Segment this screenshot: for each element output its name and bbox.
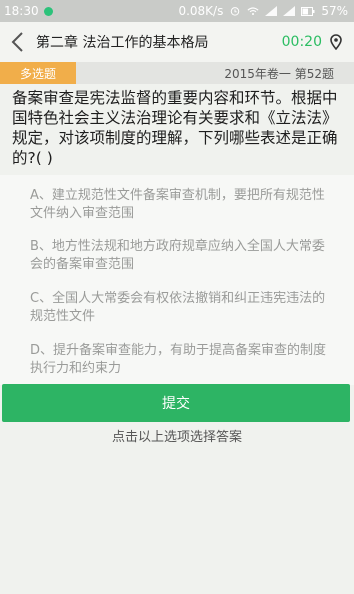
back-button[interactable] — [2, 22, 32, 62]
alarm-icon — [231, 7, 240, 16]
options-panel: A、建立规范性文件备案审查机制，要把所有规范性文件纳入审查范围 B、地方性法规和… — [0, 175, 354, 385]
option-b[interactable]: B、地方性法规和地方政府规章应纳入全国人大常委会的备案审查范围 — [30, 238, 330, 274]
chapter-title: 第二章 法治工作的基本格局 — [36, 35, 209, 51]
submit-button[interactable]: 提交 — [2, 384, 350, 422]
status-bar: 18:30 0.08K/s 57% — [0, 0, 354, 22]
chat-bubble-icon — [43, 6, 53, 16]
top-bar: 第二章 法治工作的基本格局 00:20 — [0, 22, 354, 62]
signal-icon — [283, 6, 296, 16]
network-speed: 0.08K/s — [178, 4, 224, 18]
signal-icon — [265, 6, 278, 16]
question-source: 2015年卷一 第52题 — [224, 66, 334, 81]
option-a[interactable]: A、建立规范性文件备案审查机制，要把所有规范性文件纳入审查范围 — [30, 187, 330, 223]
question-meta: 多选题 2015年卷一 第52题 — [0, 62, 354, 84]
option-d[interactable]: D、提升备案审查能力，有助于提高备案审查的制度执行力和约束力 — [30, 342, 330, 378]
location-pin-button[interactable] — [322, 22, 350, 62]
chevron-left-icon — [11, 32, 23, 52]
location-pin-icon — [330, 34, 342, 50]
wifi-icon — [247, 7, 259, 16]
option-c[interactable]: C、全国人大常委会有权依法撤销和纠正违宪违法的规范性文件 — [30, 290, 330, 326]
battery-level: 57% — [321, 4, 348, 18]
timer: 00:20 — [281, 34, 322, 50]
instruction-hint: 点击以上选项选择答案 — [111, 430, 242, 445]
question-text: 备案审查是宪法监督的重要内容和环节。根据中国特色社会主义法治理论有关要求和《立法… — [12, 89, 338, 167]
battery-icon — [301, 6, 315, 16]
question-type-badge: 多选题 — [0, 62, 76, 84]
status-time: 18:30 — [4, 4, 39, 18]
status-indicators: 0.08K/s 57% — [178, 4, 348, 18]
